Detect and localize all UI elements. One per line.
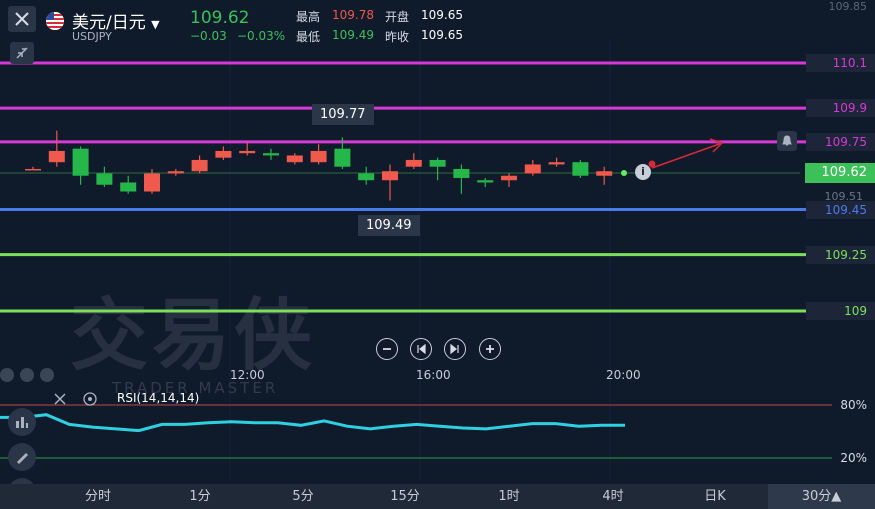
candle-body [263, 153, 279, 156]
time-label-1: 12:00 [230, 368, 265, 382]
indicator-button[interactable] [8, 408, 36, 436]
high-value: 109.78 [332, 8, 374, 22]
candle-body [144, 173, 160, 192]
time-label-3: 20:00 [606, 368, 641, 382]
candle-body [477, 180, 494, 183]
minus-icon [383, 348, 391, 350]
low-label: 最低 [296, 30, 321, 44]
info-icon[interactable]: i [635, 164, 651, 180]
candle-body [358, 173, 375, 181]
high-label: 最高 [296, 10, 321, 24]
candle-body [382, 171, 398, 181]
bar-chart-icon [16, 417, 28, 428]
timeframe-tab-bar [0, 484, 875, 509]
us-flag-icon [46, 12, 64, 30]
tab-daily[interactable]: 日K [690, 484, 740, 509]
low-value: 109.49 [332, 28, 374, 42]
alert-button[interactable] [777, 131, 797, 151]
plus-icon [486, 345, 494, 353]
shrink-button[interactable] [10, 42, 34, 64]
prev-close-label: 昨收 [385, 30, 410, 44]
current-price-tag: 109.62 [805, 163, 875, 183]
page-dots[interactable] [0, 368, 54, 382]
open-value: 109.65 [421, 8, 463, 22]
tab-4hour[interactable]: 4时 [588, 484, 638, 509]
level-tag-4: 109.25 [806, 245, 875, 264]
tab-timeshare[interactable]: 分时 [70, 484, 126, 509]
tab-1min[interactable]: 1分 [175, 484, 225, 509]
candle-body [429, 159, 446, 167]
watermark-brand: 交易侠 [70, 291, 316, 381]
level-tag-3: 109.45 [806, 200, 875, 219]
candle-body [524, 164, 541, 174]
candle-body [596, 171, 613, 176]
tab-15min[interactable]: 15分 [380, 484, 430, 509]
high-callout: 109.77 [312, 104, 374, 125]
close-icon [15, 12, 29, 26]
candle-body [215, 150, 232, 158]
candle [572, 159, 589, 178]
skip-back-icon [417, 344, 426, 354]
axis-top-value: 109.85 [828, 0, 868, 13]
chart-canvas[interactable]: 交易侠 TRADER MASTER [0, 0, 875, 509]
draw-button[interactable] [8, 443, 36, 471]
chevron-down-icon: ▼ [151, 18, 160, 31]
dot-indicator [40, 368, 54, 382]
skip-forward-icon [450, 344, 459, 354]
axis-small-value: 109.51 [824, 190, 864, 203]
dot-indicator [0, 368, 14, 382]
open-label: 开盘 [385, 10, 410, 24]
rsi-upper-label: 80% [840, 398, 867, 412]
step-forward-button[interactable] [444, 338, 466, 360]
level-tag-2: 109.75 [806, 132, 875, 151]
rsi-settings-button[interactable] [82, 391, 98, 411]
level-tag-0: 110.1 [806, 54, 875, 72]
candle-body [405, 159, 422, 167]
candle-body [25, 168, 41, 171]
close-icon [54, 393, 66, 405]
prev-close-value: 109.65 [421, 28, 463, 42]
candle-body [286, 155, 303, 163]
time-label-2: 16:00 [416, 368, 451, 382]
zoom-out-button[interactable] [376, 338, 398, 360]
eye-icon [83, 392, 97, 406]
candle-body [453, 168, 470, 178]
collapse-icon [16, 47, 28, 59]
zoom-in-button[interactable] [479, 338, 501, 360]
level-tag-1: 109.9 [806, 99, 875, 118]
candle-body [167, 171, 184, 174]
candle-body [501, 175, 517, 181]
low-callout: 109.49 [358, 215, 420, 236]
candle-body [239, 150, 256, 154]
step-back-button[interactable] [410, 338, 432, 360]
current-price: 109.62 [190, 8, 250, 28]
candle-body [548, 162, 565, 165]
candle-body [572, 162, 589, 176]
candle-body [96, 173, 113, 185]
candle-body [120, 182, 137, 192]
last-price-dot [621, 170, 627, 176]
price-change-pct: −0.03% [237, 29, 286, 43]
rsi-lower-label: 20% [840, 451, 867, 465]
bell-icon [782, 135, 792, 146]
level-tag-5: 109 [806, 302, 875, 320]
tab-30min[interactable]: 30分▲ [768, 484, 875, 509]
close-button[interactable] [8, 6, 36, 32]
candle-body [310, 150, 327, 163]
pencil-icon [17, 453, 28, 464]
tab-5min[interactable]: 5分 [278, 484, 328, 509]
price-change: −0.03 [190, 29, 227, 43]
candle-body [48, 150, 65, 163]
rsi-close-button[interactable] [53, 391, 67, 410]
pair-symbol: USDJPY [72, 30, 112, 43]
candle-body [72, 148, 89, 176]
tab-1hour[interactable]: 1时 [484, 484, 534, 509]
candle-body [191, 159, 208, 172]
candle-body [334, 148, 351, 167]
rsi-label: RSI(14,14,14) [117, 391, 200, 405]
dot-indicator [20, 368, 34, 382]
